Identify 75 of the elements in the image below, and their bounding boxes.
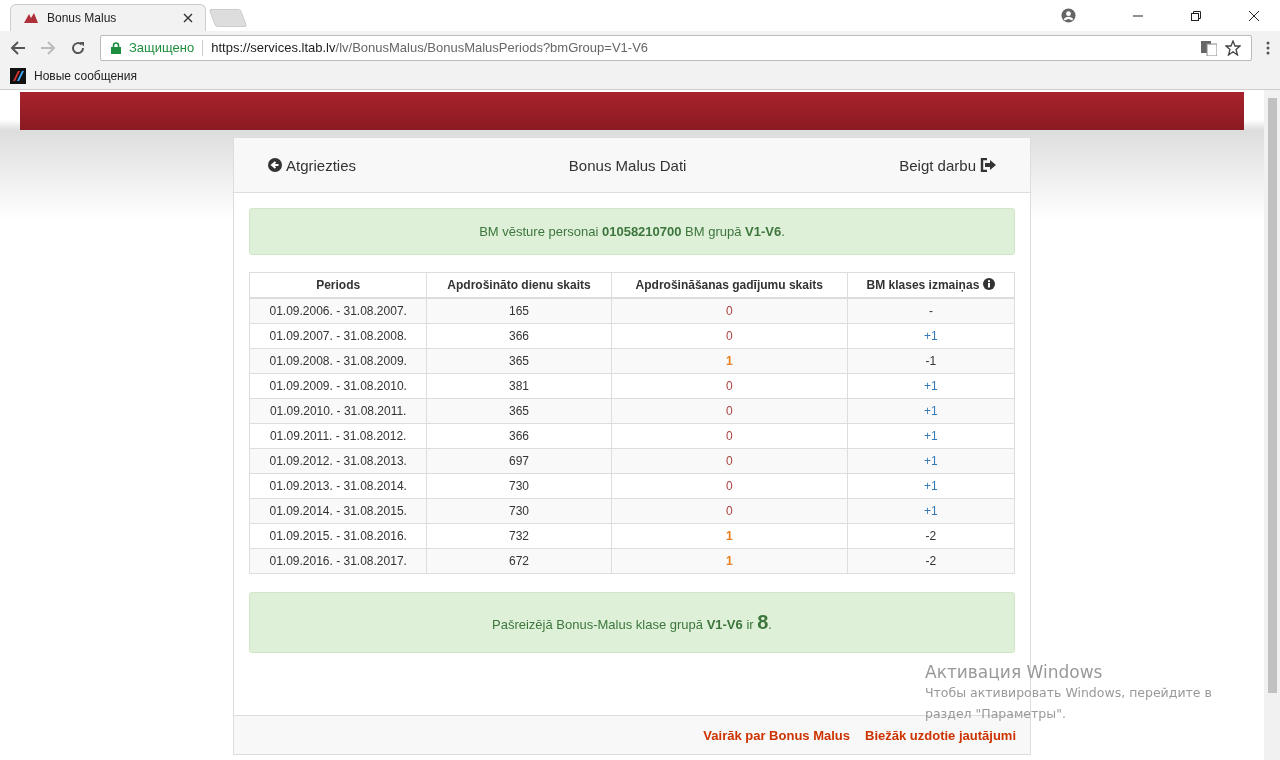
table-cell: 0 [611,448,848,474]
table-cell: 0 [611,473,848,499]
table-cell: 365 [426,398,612,424]
footer-link[interactable]: Vairāk par Bonus Malus [703,727,850,743]
table-cell: 381 [426,373,612,399]
activation-text: Чтобы активировать Windows, перейдите в раздел "Параметры". [925,684,1213,723]
table-cell: 1 [611,523,848,549]
table-cell: 732 [426,523,612,549]
back-icon[interactable] [10,39,26,56]
table-cell: 0 [611,498,848,524]
close-icon[interactable] [1248,9,1260,22]
menu-icon[interactable] [1266,39,1270,56]
restore-icon[interactable] [1190,9,1202,22]
result-alert: Pašreizējā Bonus-Malus klase grupā V1-V6 ir 8. [249,592,1015,653]
table-cell: 01.09.2015. - 31.08.2016. [249,523,427,549]
table-cell: +1 [847,498,1015,524]
reload-icon[interactable] [70,39,86,56]
table-cell: 366 [426,323,612,349]
translate-icon[interactable] [1201,39,1217,56]
star-icon[interactable] [1225,39,1241,56]
bookmark-icon [10,68,26,84]
table-cell: 730 [426,473,612,499]
table-cell: +1 [847,398,1015,424]
table-cell: -2 [847,548,1015,574]
page-title: Bonus Malus Dati [568,156,687,174]
table-cell: +1 [847,423,1015,449]
table-cell: +1 [847,448,1015,474]
table-cell: 0 [611,373,848,399]
table-cell: 366 [426,423,612,449]
table-cell: 01.09.2010. - 31.08.2011. [249,398,427,424]
table-cell: 01.09.2009. - 31.08.2010. [249,373,427,399]
logo-icon [23,12,39,24]
info-alert: BM vēsture personai 01058210700 BM grupā V1-V6. [249,208,1015,255]
table-cell: 01.09.2016. - 31.08.2017. [249,548,427,574]
info-icon[interactable] [983,278,996,290]
table-cell: 01.09.2014. - 31.08.2015. [249,498,427,524]
table-cell: 0 [611,323,848,349]
table-cell: 01.09.2006. - 31.08.2007. [249,298,427,324]
back-link[interactable]: Atgriezties [268,156,357,174]
lock-icon [111,41,121,54]
table-cell: -1 [847,348,1015,374]
table-cell: 01.09.2008. - 31.08.2009. [249,348,427,374]
secure-label: Защищено [129,40,195,55]
close-icon[interactable] [183,13,193,23]
address-bar[interactable]: Защищено https://services.ltab.lv/lv/BonusMalus/BonusMalusPeriods?bmGroup=V1-V6 [100,34,1252,61]
table-cell: 672 [426,548,612,574]
activation-title: Активация Windows [925,662,1104,682]
table-cell: +1 [847,473,1015,499]
table-cell: 0 [611,398,848,424]
table-cell: 365 [426,348,612,374]
url-text: https://services.ltab.lv/lv/BonusMalus/BonusMalusPeriods?bmGroup=V1-V6 [211,40,649,55]
table-cell: 01.09.2013. - 31.08.2014. [249,473,427,499]
bookmark-item[interactable]: Новые сообщения [10,68,137,84]
table-cell: 165 [426,298,612,324]
table-cell: - [847,298,1015,324]
table-cell: 0 [611,298,848,324]
profile-icon[interactable] [1061,8,1076,23]
table-cell: 01.09.2007. - 31.08.2008. [249,323,427,349]
scrollbar-thumb[interactable] [1267,98,1277,693]
table-cell: 1 [611,348,848,374]
back-circle-icon [268,158,282,172]
table-cell: 0 [611,423,848,449]
table-cell: 730 [426,498,612,524]
table-cell: 01.09.2012. - 31.08.2013. [249,448,427,474]
logout-link[interactable]: Beigt darbu [899,156,996,174]
table-cell: 01.09.2011. - 31.08.2012. [249,423,427,449]
tab-title: Bonus Malus [47,11,118,25]
browser-tab[interactable]: Bonus Malus [10,4,206,31]
table-cell: +1 [847,373,1015,399]
footer-link[interactable]: Biežāk uzdotie jautājumi [865,727,1016,743]
table-cell: -2 [847,523,1015,549]
table-cell: 1 [611,548,848,574]
logout-icon [980,158,996,172]
table-cell: +1 [847,323,1015,349]
table-cell: 697 [426,448,612,474]
